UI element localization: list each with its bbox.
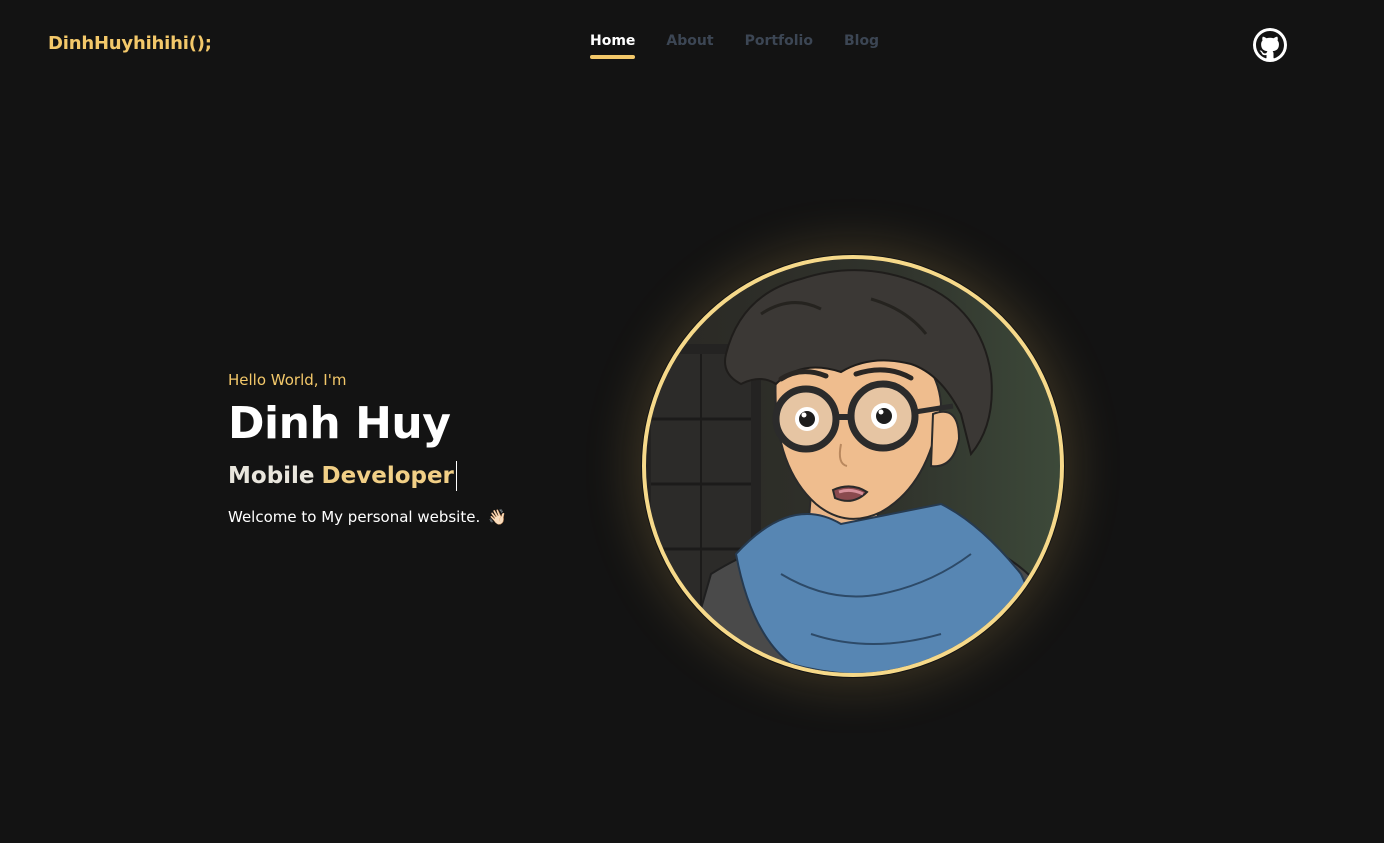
nav-portfolio[interactable]: Portfolio <box>745 33 813 59</box>
hero-role: Mobile Developer <box>228 460 507 492</box>
avatar <box>641 254 1065 678</box>
hero-welcome: Welcome to My personal website. 👋🏻 <box>228 505 507 529</box>
page: DinhHuyhihihi(); Home About Portfolio Bl… <box>0 0 1384 843</box>
role-prefix: Mobile <box>228 463 315 489</box>
nav-blog[interactable]: Blog <box>844 33 879 59</box>
nav-home[interactable]: Home <box>590 33 636 59</box>
hero-name: Dinh Huy <box>228 398 451 449</box>
hero-greeting: Hello World, I'm <box>228 371 347 389</box>
hero-section: Hello World, I'm Dinh Huy Mobile Develop… <box>228 370 507 529</box>
wave-emoji-icon: 👋🏻 <box>488 508 507 526</box>
typing-cursor <box>455 461 457 491</box>
welcome-text: Welcome to My personal website. <box>228 508 481 526</box>
role-typed-word: Developer <box>321 463 454 489</box>
brand-logo[interactable]: DinhHuyhihihi(); <box>48 33 212 54</box>
nav-about[interactable]: About <box>666 33 713 59</box>
github-icon[interactable] <box>1253 28 1287 62</box>
avatar-illustration <box>642 255 1064 677</box>
main-nav: Home About Portfolio Blog <box>590 33 879 59</box>
